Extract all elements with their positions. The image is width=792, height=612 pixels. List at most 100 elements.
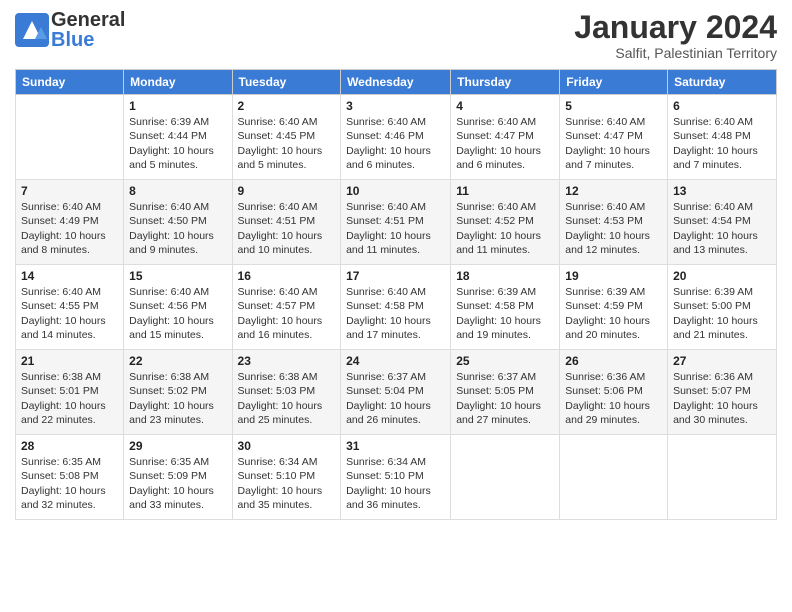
day-number: 13 <box>673 184 771 198</box>
day-number: 31 <box>346 439 445 453</box>
table-row: 26 Sunrise: 6:36 AMSunset: 5:06 PMDayligh… <box>560 350 668 435</box>
col-tuesday: Tuesday <box>232 70 341 95</box>
day-info: Sunrise: 6:40 AMSunset: 4:53 PMDaylight:… <box>565 200 662 257</box>
day-info: Sunrise: 6:35 AMSunset: 5:08 PMDaylight:… <box>21 455 118 512</box>
day-info: Sunrise: 6:40 AMSunset: 4:54 PMDaylight:… <box>673 200 771 257</box>
day-info: Sunrise: 6:38 AMSunset: 5:01 PMDaylight:… <box>21 370 118 427</box>
table-row: 4 Sunrise: 6:40 AMSunset: 4:47 PMDaylight… <box>451 95 560 180</box>
day-number: 18 <box>456 269 554 283</box>
col-thursday: Thursday <box>451 70 560 95</box>
day-info: Sunrise: 6:34 AMSunset: 5:10 PMDaylight:… <box>238 455 336 512</box>
table-row: 18Sunrise: 6:39 AMSunset: 4:58 PMDayligh… <box>451 265 560 350</box>
logo-blue: Blue <box>51 30 125 50</box>
day-number: 22 <box>129 354 226 368</box>
table-row: 27 Sunrise: 6:36 AMSunset: 5:07 PMDayligh… <box>668 350 777 435</box>
day-number: 6 <box>673 99 771 113</box>
day-info: Sunrise: 6:34 AMSunset: 5:10 PMDaylight:… <box>346 455 445 512</box>
day-info: Sunrise: 6:40 AMSunset: 4:47 PMDaylight:… <box>456 115 554 172</box>
table-row: 6 Sunrise: 6:40 AMSunset: 4:48 PMDaylight… <box>668 95 777 180</box>
day-info: Sunrise: 6:39 AMSunset: 4:59 PMDaylight:… <box>565 285 662 342</box>
day-number: 26 <box>565 354 662 368</box>
day-number: 21 <box>21 354 118 368</box>
day-info: Sunrise: 6:35 AMSunset: 5:09 PMDaylight:… <box>129 455 226 512</box>
day-number: 2 <box>238 99 336 113</box>
day-info: Sunrise: 6:39 AMSunset: 5:00 PMDaylight:… <box>673 285 771 342</box>
day-info: Sunrise: 6:40 AMSunset: 4:50 PMDaylight:… <box>129 200 226 257</box>
table-row <box>451 435 560 520</box>
table-row: 23 Sunrise: 6:38 AMSunset: 5:03 PMDayligh… <box>232 350 341 435</box>
table-row: 9Sunrise: 6:40 AMSunset: 4:51 PMDaylight… <box>232 180 341 265</box>
table-row: 13 Sunrise: 6:40 AMSunset: 4:54 PMDayligh… <box>668 180 777 265</box>
day-number: 10 <box>346 184 445 198</box>
day-number: 24 <box>346 354 445 368</box>
day-number: 11 <box>456 184 554 198</box>
day-info: Sunrise: 6:38 AMSunset: 5:03 PMDaylight:… <box>238 370 336 427</box>
col-sunday: Sunday <box>16 70 124 95</box>
table-row: 14Sunrise: 6:40 AMSunset: 4:55 PMDayligh… <box>16 265 124 350</box>
col-wednesday: Wednesday <box>341 70 451 95</box>
day-number: 25 <box>456 354 554 368</box>
day-number: 3 <box>346 99 445 113</box>
day-number: 15 <box>129 269 226 283</box>
day-number: 23 <box>238 354 336 368</box>
logo-icon <box>15 13 49 47</box>
day-number: 4 <box>456 99 554 113</box>
day-info: Sunrise: 6:40 AMSunset: 4:49 PMDaylight:… <box>21 200 118 257</box>
table-row: 12Sunrise: 6:40 AMSunset: 4:53 PMDayligh… <box>560 180 668 265</box>
day-info: Sunrise: 6:36 AMSunset: 5:06 PMDaylight:… <box>565 370 662 427</box>
day-number: 16 <box>238 269 336 283</box>
day-number: 7 <box>21 184 118 198</box>
table-row: 22 Sunrise: 6:38 AMSunset: 5:02 PMDayligh… <box>124 350 232 435</box>
day-number: 20 <box>673 269 771 283</box>
day-number: 28 <box>21 439 118 453</box>
calendar-week-row: 14Sunrise: 6:40 AMSunset: 4:55 PMDayligh… <box>16 265 777 350</box>
day-info: Sunrise: 6:40 AMSunset: 4:46 PMDaylight:… <box>346 115 445 172</box>
calendar-week-row: 28 Sunrise: 6:35 AMSunset: 5:08 PMDayligh… <box>16 435 777 520</box>
day-info: Sunrise: 6:40 AMSunset: 4:45 PMDaylight:… <box>238 115 336 172</box>
day-number: 30 <box>238 439 336 453</box>
table-row: 21 Sunrise: 6:38 AMSunset: 5:01 PMDayligh… <box>16 350 124 435</box>
day-info: Sunrise: 6:37 AMSunset: 5:05 PMDaylight:… <box>456 370 554 427</box>
table-row: 8 Sunrise: 6:40 AMSunset: 4:50 PMDaylight… <box>124 180 232 265</box>
day-info: Sunrise: 6:40 AMSunset: 4:47 PMDaylight:… <box>565 115 662 172</box>
table-row: 3 Sunrise: 6:40 AMSunset: 4:46 PMDaylight… <box>341 95 451 180</box>
table-row: 2 Sunrise: 6:40 AMSunset: 4:45 PMDaylight… <box>232 95 341 180</box>
day-number: 17 <box>346 269 445 283</box>
col-monday: Monday <box>124 70 232 95</box>
day-number: 9 <box>238 184 336 198</box>
table-row: 7 Sunrise: 6:40 AMSunset: 4:49 PMDaylight… <box>16 180 124 265</box>
table-row: 16Sunrise: 6:40 AMSunset: 4:57 PMDayligh… <box>232 265 341 350</box>
table-row: 5Sunrise: 6:40 AMSunset: 4:47 PMDaylight… <box>560 95 668 180</box>
table-row: 31 Sunrise: 6:34 AMSunset: 5:10 PMDayligh… <box>341 435 451 520</box>
day-info: Sunrise: 6:37 AMSunset: 5:04 PMDaylight:… <box>346 370 445 427</box>
table-row: 15 Sunrise: 6:40 AMSunset: 4:56 PMDayligh… <box>124 265 232 350</box>
table-row: 28 Sunrise: 6:35 AMSunset: 5:08 PMDayligh… <box>16 435 124 520</box>
day-info: Sunrise: 6:38 AMSunset: 5:02 PMDaylight:… <box>129 370 226 427</box>
logo-general: General <box>51 10 125 30</box>
day-number: 27 <box>673 354 771 368</box>
table-row <box>668 435 777 520</box>
table-row: 1Sunrise: 6:39 AMSunset: 4:44 PMDaylight… <box>124 95 232 180</box>
day-info: Sunrise: 6:40 AMSunset: 4:56 PMDaylight:… <box>129 285 226 342</box>
day-info: Sunrise: 6:40 AMSunset: 4:55 PMDaylight:… <box>21 285 118 342</box>
day-info: Sunrise: 6:40 AMSunset: 4:51 PMDaylight:… <box>346 200 445 257</box>
table-row: 11 Sunrise: 6:40 AMSunset: 4:52 PMDayligh… <box>451 180 560 265</box>
calendar-week-row: 1Sunrise: 6:39 AMSunset: 4:44 PMDaylight… <box>16 95 777 180</box>
day-info: Sunrise: 6:40 AMSunset: 4:48 PMDaylight:… <box>673 115 771 172</box>
title-block: January 2024 Salfit, Palestinian Territo… <box>574 10 777 61</box>
table-row: 20 Sunrise: 6:39 AMSunset: 5:00 PMDayligh… <box>668 265 777 350</box>
day-number: 19 <box>565 269 662 283</box>
logo: General Blue <box>15 10 125 50</box>
day-number: 29 <box>129 439 226 453</box>
table-row: 24 Sunrise: 6:37 AMSunset: 5:04 PMDayligh… <box>341 350 451 435</box>
calendar-subtitle: Salfit, Palestinian Territory <box>574 45 777 61</box>
day-number: 8 <box>129 184 226 198</box>
table-row: 30 Sunrise: 6:34 AMSunset: 5:10 PMDayligh… <box>232 435 341 520</box>
day-info: Sunrise: 6:40 AMSunset: 4:52 PMDaylight:… <box>456 200 554 257</box>
col-friday: Friday <box>560 70 668 95</box>
page-container: General Blue January 2024 Salfit, Palest… <box>0 0 792 530</box>
table-row: 19 Sunrise: 6:39 AMSunset: 4:59 PMDayligh… <box>560 265 668 350</box>
table-row <box>560 435 668 520</box>
day-info: Sunrise: 6:36 AMSunset: 5:07 PMDaylight:… <box>673 370 771 427</box>
table-row: 25 Sunrise: 6:37 AMSunset: 5:05 PMDayligh… <box>451 350 560 435</box>
